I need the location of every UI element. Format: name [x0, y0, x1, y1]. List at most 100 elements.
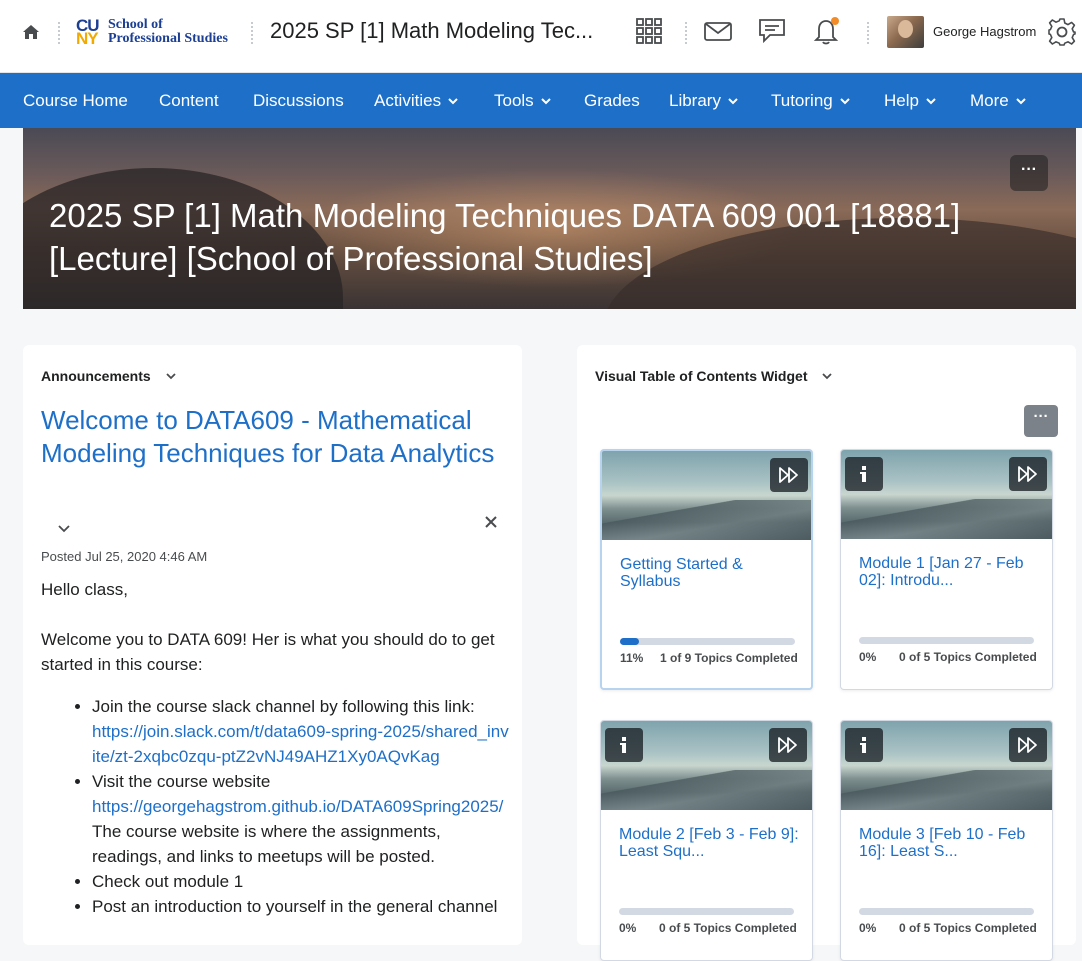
announcement-greeting: Hello class,: [41, 580, 128, 599]
progress-percent: 0%: [859, 650, 877, 664]
fast-forward-icon[interactable]: [770, 458, 808, 492]
chevron-down-icon[interactable]: [165, 370, 177, 382]
top-header: CU NY School of Professional Studies 202…: [0, 0, 1082, 73]
module-card-title[interactable]: Getting Started & Syllabus: [620, 556, 800, 590]
progress-topics: 0 of 5 Topics Completed: [659, 921, 797, 935]
logo-text: School of Professional Studies: [108, 17, 228, 46]
nav-tools[interactable]: Tools: [494, 91, 551, 111]
nav-label: Library: [669, 91, 721, 110]
list-item: Post an introduction to yourself in the …: [92, 894, 511, 919]
nav-activities[interactable]: Activities: [374, 91, 458, 111]
chevron-down-icon: [728, 98, 738, 105]
module-card-title[interactable]: Module 1 [Jan 27 - Feb 02]: Introdu...: [859, 555, 1039, 589]
widget-title: Announcements: [41, 368, 151, 384]
info-icon[interactable]: [845, 457, 883, 491]
notification-dot: [831, 17, 839, 25]
nav-label: Discussions: [253, 91, 344, 110]
mail-icon[interactable]: [703, 16, 733, 46]
home-icon[interactable]: [21, 22, 41, 42]
apps-grid-icon[interactable]: [634, 16, 664, 46]
progress-percent: 11%: [620, 651, 644, 665]
progress-bar: [619, 908, 794, 915]
announcement-body: Hello class, Welcome you to DATA 609! He…: [41, 577, 511, 919]
header-divider: [251, 22, 253, 44]
list-item: Join the course slack channel by followi…: [92, 694, 511, 769]
nav-label: Content: [159, 91, 219, 110]
close-icon[interactable]: [484, 515, 498, 529]
fast-forward-icon[interactable]: [769, 728, 807, 762]
header-divider: [58, 22, 60, 44]
nav-label: Grades: [584, 91, 640, 110]
list-item-text: The course website is where the assignme…: [92, 822, 441, 866]
progress-bar: [620, 638, 795, 645]
announcement-title[interactable]: Welcome to DATA609 - Mathematical Modeli…: [41, 404, 511, 470]
nav-label: Help: [884, 91, 919, 110]
course-selector[interactable]: 2025 SP [1] Math Modeling Tec...: [270, 18, 610, 44]
course-title: 2025 SP [1] Math Modeling Techniques DAT…: [49, 197, 961, 277]
widget-title: Visual Table of Contents Widget: [595, 368, 808, 384]
list-item-text: Post an introduction to yourself in the …: [92, 897, 498, 916]
nav-label: More: [970, 91, 1009, 110]
slack-link[interactable]: https://join.slack.com/t/data609-spring-…: [92, 722, 509, 766]
chevron-down-icon: [540, 98, 551, 105]
module-card[interactable]: Getting Started & Syllabus 11% 1 of 9 To…: [600, 449, 813, 690]
progress-topics: 1 of 9 Topics Completed: [660, 651, 798, 665]
list-item-text: Join the course slack channel by followi…: [92, 697, 475, 716]
user-name[interactable]: George Hagstrom: [933, 24, 1036, 39]
banner-options-button[interactable]: ···: [1010, 155, 1048, 191]
vtoc-widget: Visual Table of Contents Widget ··· Gett…: [577, 345, 1076, 961]
progress-topics: 0 of 5 Topics Completed: [899, 921, 1037, 935]
course-banner: 2025 SP [1] Math Modeling Techniques DAT…: [23, 128, 1076, 309]
nav-course-home[interactable]: Course Home: [23, 91, 128, 111]
course-website-link[interactable]: https://georgehagstrom.github.io/DATA609…: [92, 797, 503, 816]
chat-icon[interactable]: [757, 16, 787, 46]
module-card[interactable]: Module 2 [Feb 3 - Feb 9]: Least Squ... 0…: [600, 720, 813, 961]
list-item-text: Visit the course website: [92, 772, 271, 791]
header-divider: [867, 22, 869, 44]
progress-percent: 0%: [619, 921, 637, 935]
chevron-down-icon[interactable]: [821, 370, 833, 382]
chevron-down-icon: [448, 98, 458, 105]
course-navbar: Course Home Content Discussions Activiti…: [0, 73, 1082, 128]
chevron-down-icon: [1016, 98, 1026, 105]
info-icon[interactable]: [605, 728, 643, 762]
nav-tutoring[interactable]: Tutoring: [771, 91, 850, 111]
progress-bar: [859, 908, 1034, 915]
module-card-title[interactable]: Module 3 [Feb 10 - Feb 16]: Least S...: [859, 826, 1039, 860]
list-item: Check out module 1: [92, 869, 511, 894]
nav-more[interactable]: More: [970, 91, 1026, 111]
nav-content[interactable]: Content: [159, 91, 219, 111]
nav-label: Activities: [374, 91, 442, 110]
announcements-widget: Announcements Welcome to DATA609 - Mathe…: [23, 345, 522, 945]
announcement-posted-date: Posted Jul 25, 2020 4:46 AM: [41, 549, 208, 564]
info-icon[interactable]: [845, 728, 883, 762]
announcement-list: Join the course slack channel by followi…: [92, 694, 511, 919]
vtoc-options-button[interactable]: ···: [1024, 405, 1058, 437]
fast-forward-icon[interactable]: [1009, 728, 1047, 762]
module-card-title[interactable]: Module 2 [Feb 3 - Feb 9]: Least Squ...: [619, 826, 799, 860]
announcement-intro: Welcome you to DATA 609! Her is what you…: [41, 630, 495, 674]
nav-help[interactable]: Help: [884, 91, 936, 111]
school-logo[interactable]: CU NY School of Professional Studies: [76, 16, 228, 48]
progress-percent: 0%: [859, 921, 877, 935]
avatar[interactable]: [887, 16, 924, 48]
progress-topics: 0 of 5 Topics Completed: [899, 650, 1037, 664]
nav-label: Course Home: [23, 91, 128, 110]
progress-bar: [859, 637, 1034, 644]
chevron-down-icon: [926, 98, 936, 105]
nav-label: Tutoring: [771, 91, 833, 110]
cuny-logo-mark: CU NY: [76, 16, 100, 48]
nav-library[interactable]: Library: [669, 91, 738, 111]
vtoc-widget-header[interactable]: Visual Table of Contents Widget: [595, 368, 833, 384]
fast-forward-icon[interactable]: [1009, 457, 1047, 491]
module-card[interactable]: Module 3 [Feb 10 - Feb 16]: Least S... 0…: [840, 720, 1053, 961]
nav-discussions[interactable]: Discussions: [253, 91, 344, 111]
announcements-widget-header[interactable]: Announcements: [41, 368, 177, 384]
nav-grades[interactable]: Grades: [584, 91, 640, 111]
gear-icon[interactable]: [1047, 17, 1077, 47]
header-divider: [685, 22, 687, 44]
chevron-down-icon[interactable]: [57, 523, 71, 535]
nav-label: Tools: [494, 91, 534, 110]
module-card[interactable]: Module 1 [Jan 27 - Feb 02]: Introdu... 0…: [840, 449, 1053, 690]
list-item-text: Check out module 1: [92, 872, 244, 891]
